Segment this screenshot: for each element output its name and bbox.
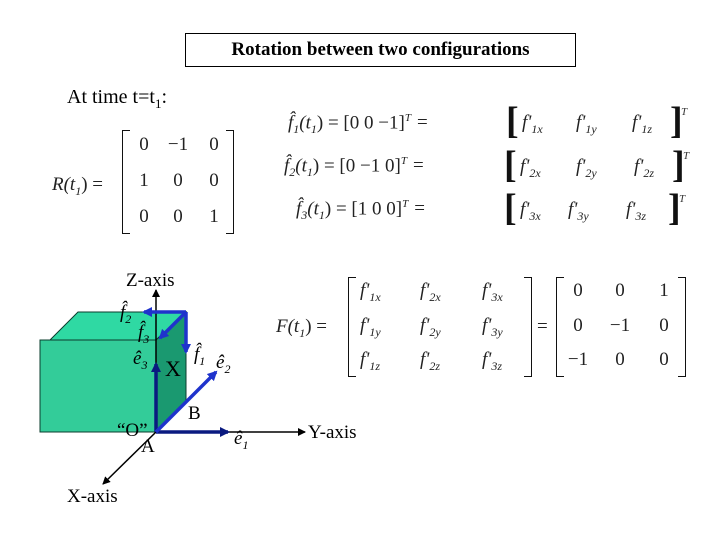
f2-label: f̂2 (120, 302, 132, 326)
z-axis-label: Z-axis (126, 270, 175, 291)
x-axis-label: X-axis (67, 486, 118, 507)
e1-label: ê1 (234, 428, 249, 452)
e2-label: ê2 (216, 352, 231, 376)
f3-label: f̂3 (138, 322, 150, 346)
y-axis-label: Y-axis (308, 422, 357, 443)
e3-label: ê3 (133, 348, 148, 372)
f1-label: f̂1 (194, 344, 206, 368)
point-a-label: A (141, 436, 155, 457)
cross-mark: X (165, 356, 181, 381)
point-b-label: B (188, 403, 201, 424)
cube-diagram (39, 289, 306, 485)
